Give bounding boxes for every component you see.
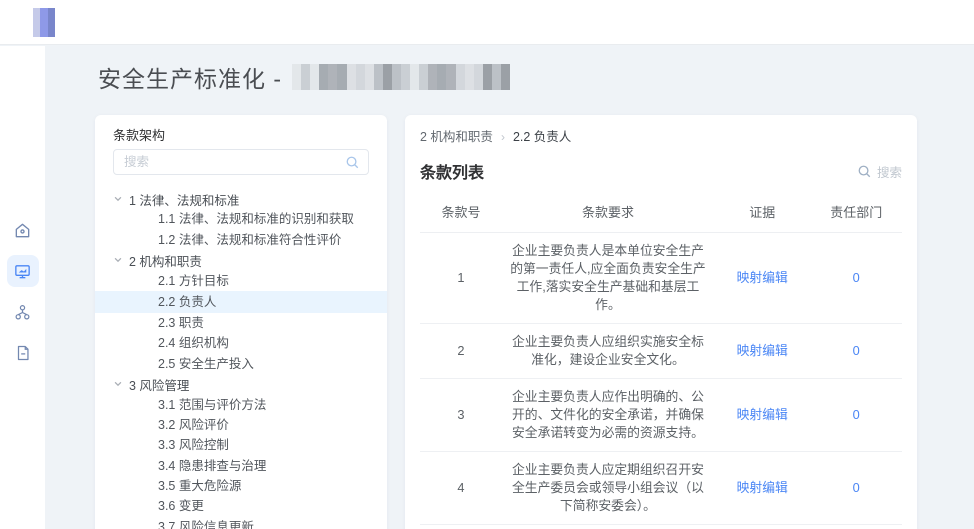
org-chart-icon [13, 303, 32, 322]
page-header: 安全生产标准化 - [98, 60, 510, 94]
table-header-cell: 证据 [714, 193, 810, 233]
tree-leaf[interactable]: 3.2 风险评价 [113, 415, 369, 435]
breadcrumb-item: 2.2 负责人 [513, 129, 571, 146]
chevron-down-icon[interactable] [113, 194, 123, 204]
tree-leaf[interactable]: 2.5 安全生产投入 [113, 354, 369, 374]
dept-count-link[interactable]: 0 [853, 343, 860, 358]
left-nav-rail [0, 46, 45, 529]
clause-requirement-cell: 企业主要负责人应作出明确的、公开的、文件化的安全承诺，并确保安全承诺转变为必需的… [502, 379, 714, 452]
clause-number-cell: 5 [420, 525, 502, 529]
table-header-cell: 责任部门 [810, 193, 902, 233]
tree-node[interactable]: 1 法律、法规和标准 [113, 189, 369, 209]
tree-leaf[interactable]: 1.2 法律、法规和标准符合性评价 [113, 230, 369, 250]
evidence-cell: 映射编辑 [714, 452, 810, 525]
evidence-cell: 映射编辑 [714, 324, 810, 379]
table-row: 1企业主要负责人是本单位安全生产的第一责任人,应全面负责安全生产工作,落实安全生… [420, 233, 902, 324]
table-header-cell: 条款要求 [502, 193, 714, 233]
list-header: 条款列表 搜索 [420, 159, 902, 183]
tree-node[interactable]: 2 机构和职责 [113, 250, 369, 270]
tree-node[interactable]: 3 风险管理 [113, 374, 369, 394]
home-icon [13, 221, 32, 240]
clause-requirement-cell: 企业主要负责人是本单位安全生产的第一责任人,应全面负责安全生产工作,落实安全生产… [502, 233, 714, 324]
tree-leaf[interactable]: 2.3 职责 [113, 313, 369, 333]
table-row: 3企业主要负责人应作出明确的、公开的、文件化的安全承诺，并确保安全承诺转变为必需… [420, 379, 902, 452]
table-row: 4企业主要负责人应定期组织召开安全生产委员会或领导小组会议（以下简称安委会）。 映… [420, 452, 902, 525]
chevron-down-icon[interactable] [113, 255, 123, 265]
page-title: 安全生产标准化 - [98, 60, 282, 94]
breadcrumb-separator: › [501, 129, 505, 146]
search-icon [857, 164, 872, 179]
tree-leaf[interactable]: 3.4 隐患排查与治理 [113, 456, 369, 476]
clause-number-cell: 2 [420, 324, 502, 379]
clause-tree: 1 法律、法规和标准1.1 法律、法规和标准的识别和获取1.2 法律、法规和标准… [113, 189, 369, 529]
clause-number-cell: 3 [420, 379, 502, 452]
tree-leaf[interactable]: 2.1 方针目标 [113, 271, 369, 291]
list-title: 条款列表 [420, 159, 484, 183]
nav-organization[interactable] [7, 296, 39, 328]
monitor-chart-icon [13, 262, 32, 281]
list-search-button[interactable]: 搜索 [857, 162, 902, 181]
evidence-cell: 映射编辑 [714, 379, 810, 452]
evidence-cell: 映射编辑 [714, 233, 810, 324]
redacted-company-name [292, 64, 510, 90]
dept-cell: 0 [810, 233, 902, 324]
mapping-edit-link[interactable]: 映射编辑 [737, 270, 788, 285]
dept-cell: 0 [810, 525, 902, 529]
evidence-cell: 映射编辑 [714, 525, 810, 529]
clause-list-panel: 2 机构和职责›2.2 负责人 条款列表 搜索 条款号条款要求证据责任部门 1企… [405, 115, 917, 529]
nav-documents[interactable] [7, 337, 39, 369]
app-logo [33, 8, 55, 37]
document-icon [14, 344, 32, 362]
tree-search-box [113, 149, 369, 175]
dept-cell: 0 [810, 324, 902, 379]
tree-search-input[interactable] [113, 149, 369, 175]
clause-requirement-cell: 落实领导干部带班制度；主要负责人要对领导干部带班负全责。 [502, 525, 714, 529]
tree-leaf[interactable]: 3.7 风险信息更新 [113, 517, 369, 529]
tree-node-label: 3 风险管理 [129, 375, 189, 394]
tree-leaf[interactable]: 3.6 变更 [113, 496, 369, 516]
table-row: 5落实领导干部带班制度；主要负责人要对领导干部带班负全责。映射编辑0 [420, 525, 902, 529]
clause-requirement-cell: 企业主要负责人应组织实施安全标准化，建设企业安全文化。 [502, 324, 714, 379]
breadcrumb: 2 机构和职责 › 2.2 负责人 [420, 129, 902, 146]
dept-cell: 0 [810, 379, 902, 452]
table-row: 2企业主要负责人应组织实施安全标准化，建设企业安全文化。 映射编辑 0 [420, 324, 902, 379]
tree-leaf[interactable]: 2.2 负责人 [95, 291, 387, 313]
mapping-edit-link[interactable]: 映射编辑 [737, 343, 788, 358]
search-icon[interactable] [345, 155, 360, 175]
clause-number-cell: 1 [420, 233, 502, 324]
nav-dashboard[interactable] [7, 255, 39, 287]
breadcrumb-item[interactable]: 2 机构和职责 [420, 129, 493, 146]
tree-leaf[interactable]: 3.3 风险控制 [113, 435, 369, 455]
top-bar [0, 0, 974, 45]
clause-table: 条款号条款要求证据责任部门 1企业主要负责人是本单位安全生产的第一责任人,应全面… [420, 193, 902, 529]
mapping-edit-link[interactable]: 映射编辑 [737, 480, 788, 495]
tree-panel-title: 条款架构 [113, 127, 369, 145]
mapping-edit-link[interactable]: 映射编辑 [737, 407, 788, 422]
clause-requirement-cell: 企业主要负责人应定期组织召开安全生产委员会或领导小组会议（以下简称安委会）。 [502, 452, 714, 525]
dept-count-link[interactable]: 0 [853, 480, 860, 495]
tree-leaf[interactable]: 3.1 范围与评价方法 [113, 395, 369, 415]
table-header-cell: 条款号 [420, 193, 502, 233]
clause-structure-panel: 条款架构 1 法律、法规和标准1.1 法律、法规和标准的识别和获取1.2 法律、… [95, 115, 387, 529]
chevron-down-icon[interactable] [113, 379, 123, 389]
dept-cell: 0 [810, 452, 902, 525]
tree-node-label: 2 机构和职责 [129, 251, 202, 270]
nav-home[interactable] [7, 214, 39, 246]
dept-count-link[interactable]: 0 [853, 407, 860, 422]
tree-leaf[interactable]: 3.5 重大危险源 [113, 476, 369, 496]
tree-node-label: 1 法律、法规和标准 [129, 190, 239, 209]
tree-leaf[interactable]: 2.4 组织机构 [113, 333, 369, 353]
dept-count-link[interactable]: 0 [853, 270, 860, 285]
clause-number-cell: 4 [420, 452, 502, 525]
tree-leaf[interactable]: 1.1 法律、法规和标准的识别和获取 [113, 209, 369, 229]
list-search-label: 搜索 [877, 162, 902, 181]
